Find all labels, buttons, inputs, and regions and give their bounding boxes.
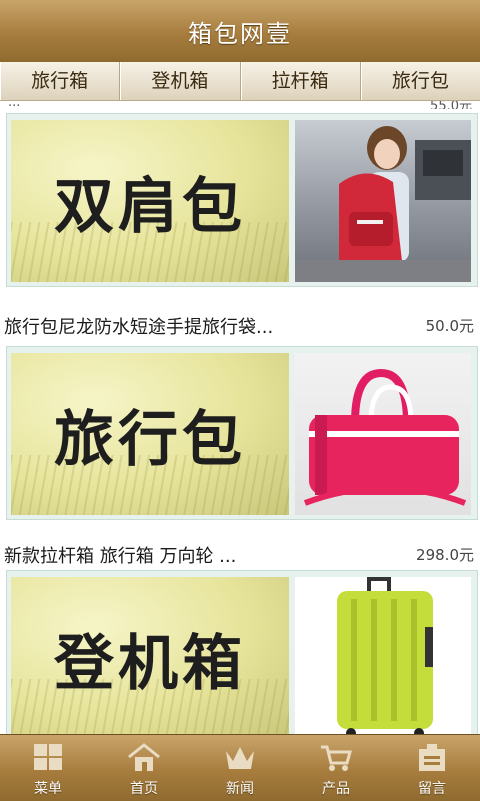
product-info[interactable]: 新款拉杆箱 旅行箱 万向轮 ... 298.0元 xyxy=(0,540,480,568)
crown-icon xyxy=(226,747,254,769)
luggage-photo xyxy=(295,577,471,734)
tab-travel-case[interactable]: 旅行箱 xyxy=(0,62,119,100)
category-tabs: 旅行箱 登机箱 拉杆箱 旅行包 xyxy=(0,62,480,101)
product-name[interactable]: 新款拉杆箱 旅行箱 万向轮 ... xyxy=(4,542,236,568)
nav-news[interactable]: 新闻 xyxy=(192,735,288,801)
message-box-icon xyxy=(419,744,445,771)
tab-travel-bag[interactable]: 旅行包 xyxy=(359,62,480,100)
bottom-nav: 菜单 首页 新闻 产品 留言 xyxy=(0,734,480,801)
nav-news-label: 新闻 xyxy=(226,781,254,797)
nav-products-label: 产品 xyxy=(322,781,350,797)
nav-home[interactable]: 首页 xyxy=(96,735,192,801)
product-list[interactable]: ... 55.0元 双肩包 旅行包尼龙防水短途手提旅行袋... 50.0元 旅行… xyxy=(0,101,480,734)
category-label-image: 登机箱 xyxy=(11,577,289,734)
title-bar: 箱包网壹 xyxy=(0,0,480,63)
nav-menu-label: 菜单 xyxy=(34,781,62,797)
product-price: 50.0元 xyxy=(425,317,474,335)
product-price: 298.0元 xyxy=(416,546,474,564)
nav-menu[interactable]: 菜单 xyxy=(0,735,96,801)
category-word: 登机箱 xyxy=(54,628,246,699)
app-title: 箱包网壹 xyxy=(188,20,292,48)
tab-trolley-case[interactable]: 拉杆箱 xyxy=(239,62,360,100)
category-word: 旅行包 xyxy=(54,404,246,475)
product-banner[interactable]: 双肩包 xyxy=(6,113,478,287)
grid-icon xyxy=(34,744,62,770)
product-banner[interactable]: 登机箱 xyxy=(6,570,478,734)
nav-messages-label: 留言 xyxy=(418,781,446,797)
nav-home-label: 首页 xyxy=(130,781,158,797)
travel-bag-photo xyxy=(295,353,471,515)
nav-messages[interactable]: 留言 xyxy=(384,735,480,801)
partial-item-name: ... xyxy=(8,101,21,109)
product-info[interactable]: 旅行包尼龙防水短途手提旅行袋... 50.0元 xyxy=(0,311,480,339)
product-banner[interactable]: 旅行包 xyxy=(6,346,478,520)
cart-icon xyxy=(321,745,352,771)
category-label-image: 旅行包 xyxy=(11,353,289,515)
partial-previous-item: ... 55.0元 xyxy=(0,101,480,109)
product-name[interactable]: 旅行包尼龙防水短途手提旅行袋... xyxy=(4,313,273,339)
category-label-image: 双肩包 xyxy=(11,120,289,282)
partial-item-price: 55.0元 xyxy=(430,101,472,109)
home-icon xyxy=(128,743,160,771)
nav-products[interactable]: 产品 xyxy=(288,735,384,801)
backpack-photo xyxy=(295,120,471,282)
tab-boarding-case[interactable]: 登机箱 xyxy=(119,62,239,100)
category-word: 双肩包 xyxy=(54,171,246,242)
